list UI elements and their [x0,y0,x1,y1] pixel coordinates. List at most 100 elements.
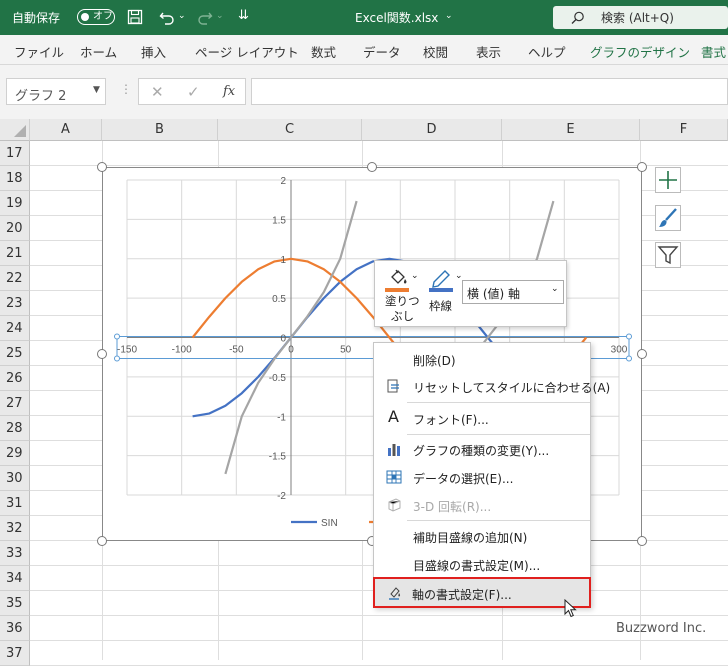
name-box[interactable]: グラフ 2 ▼ [6,78,106,105]
qat-customize-icon[interactable]: ⇊ [238,8,249,23]
column-header-f[interactable]: F [640,119,728,141]
font-icon: A [388,407,399,426]
tab-formulas[interactable]: 数式 [311,42,336,61]
redo-dropdown-icon: ⌄ [216,11,224,21]
row-header[interactable]: 22 [0,266,30,291]
select-all-corner[interactable] [0,119,30,141]
fill-dropdown-icon[interactable]: ⌄ [411,271,419,281]
y-tick-label: 1.5 [272,215,286,226]
resize-handle-top[interactable] [367,162,377,172]
row-header[interactable]: 31 [0,491,30,516]
menu-item-format-axis[interactable]: 軸の書式設定(F)... [373,577,591,608]
undo-icon[interactable] [158,8,176,26]
enter-formula-button[interactable]: ✓ [187,83,200,101]
menu-item-add-minor-gridlines[interactable]: 補助目盛線の追加(N) [374,522,590,550]
menu-item-reset-style[interactable]: リセットしてスタイルに合わせる(A) [374,372,610,400]
menu-item-font[interactable]: A フォント(F)... [374,404,590,432]
menu-item-label: 削除(D) [413,354,456,368]
fill-label-line2[interactable]: ぶし [391,308,414,324]
row-header[interactable]: 34 [0,566,30,591]
row-header[interactable]: 17 [0,141,30,166]
file-name-dropdown-icon[interactable]: ⌄ [445,11,453,21]
tab-format[interactable]: 書式 [701,42,726,61]
row-header[interactable]: 19 [0,191,30,216]
tab-file[interactable]: ファイル [14,42,64,61]
menu-item-select-data[interactable]: データの選択(E)... [374,463,590,491]
chart-styles-button[interactable] [655,205,681,231]
cancel-formula-button[interactable]: ✕ [151,83,164,101]
tab-insert[interactable]: 挿入 [141,42,166,61]
y-tick-label: 2 [280,176,286,187]
chart-element-select[interactable]: 横 (値) 軸 ⌄ [462,280,564,304]
column-header-b[interactable]: B [102,119,218,141]
row-header[interactable]: 28 [0,416,30,441]
row-header[interactable]: 29 [0,441,30,466]
tab-page-layout[interactable]: ページ レイアウト [195,42,299,61]
row-header[interactable]: 20 [0,216,30,241]
chart-filters-button[interactable] [655,242,681,268]
column-header-c[interactable]: C [218,119,362,141]
row-header[interactable]: 32 [0,516,30,541]
resize-handle-bottom-left[interactable] [97,536,107,546]
row-header[interactable]: 24 [0,316,30,341]
row-header[interactable]: 27 [0,391,30,416]
menu-separator [407,520,590,521]
row-header[interactable]: 30 [0,466,30,491]
resize-handle-left[interactable] [97,349,107,359]
mini-toolbar: ⌄ 塗りつ ぶし ⌄ 枠線 横 (値) 軸 ⌄ [374,260,567,327]
chart-elements-button[interactable] [655,167,681,193]
x-tick-label: 0 [288,345,294,356]
column-header-a[interactable]: A [30,119,102,141]
row-header[interactable]: 37 [0,641,30,666]
tab-chart-design[interactable]: グラフのデザイン [590,42,690,61]
undo-dropdown-icon[interactable]: ⌄ [178,11,186,21]
mouse-cursor-icon [564,599,577,618]
tab-review[interactable]: 校閲 [423,42,448,61]
formula-input[interactable] [251,78,728,105]
grid-row-line [30,640,728,641]
format-axis-icon [389,587,401,600]
3d-rotation-icon [388,498,401,512]
row-header[interactable]: 18 [0,166,30,191]
insert-function-button[interactable]: fx [223,84,235,99]
paint-bucket-icon[interactable] [387,267,409,289]
menu-item-delete[interactable]: 削除(D) [374,345,590,373]
formula-buttons: ✕ ✓ fx [138,78,246,105]
autosave-state: オフ [93,11,113,22]
chart-element-value: 横 (値) 軸 [467,287,520,301]
outline-pen-icon[interactable] [429,267,453,289]
row-header[interactable]: 33 [0,541,30,566]
column-header-d[interactable]: D [362,119,502,141]
column-header-e[interactable]: E [502,119,640,141]
row-header[interactable]: 23 [0,291,30,316]
name-box-dropdown-icon[interactable]: ▼ [93,85,100,95]
watermark: Buzzword Inc. [616,621,707,636]
row-header[interactable]: 35 [0,591,30,616]
title-bar: 自動保存 オフ ⌄ ⌄ ⇊ Excel関数.xlsx ⌄ 検索 (Alt+Q) [0,0,728,35]
search-box[interactable]: 検索 (Alt+Q) [553,6,728,29]
tab-home[interactable]: ホーム [80,42,117,61]
x-tick-label: -150 [117,345,137,356]
tab-data[interactable]: データ [363,42,401,61]
file-name[interactable]: Excel関数.xlsx [355,9,438,26]
y-tick-label: 0.5 [272,294,286,305]
resize-handle-right[interactable] [637,349,647,359]
y-tick-label: -1.5 [269,452,287,463]
row-header[interactable]: 21 [0,241,30,266]
redo-icon [198,12,213,25]
resize-handle-top-left[interactable] [97,162,107,172]
resize-handle-top-right[interactable] [637,162,647,172]
tab-view[interactable]: 表示 [476,42,501,61]
outline-label[interactable]: 枠線 [429,298,452,314]
menu-item-label: 目盛線の書式設定(M)... [413,559,541,573]
tab-help[interactable]: ヘルプ [528,42,566,61]
fill-label-line1[interactable]: 塗りつ [385,293,420,309]
autosave-toggle[interactable]: オフ [77,9,115,25]
resize-handle-bottom-right[interactable] [637,536,647,546]
save-icon[interactable] [127,9,143,25]
menu-item-change-chart-type[interactable]: グラフの種類の変更(Y)... [374,435,590,463]
row-header[interactable]: 36 [0,616,30,641]
row-header[interactable]: 26 [0,366,30,391]
menu-item-format-gridlines[interactable]: 目盛線の書式設定(M)... [374,550,590,578]
row-header[interactable]: 25 [0,341,30,366]
